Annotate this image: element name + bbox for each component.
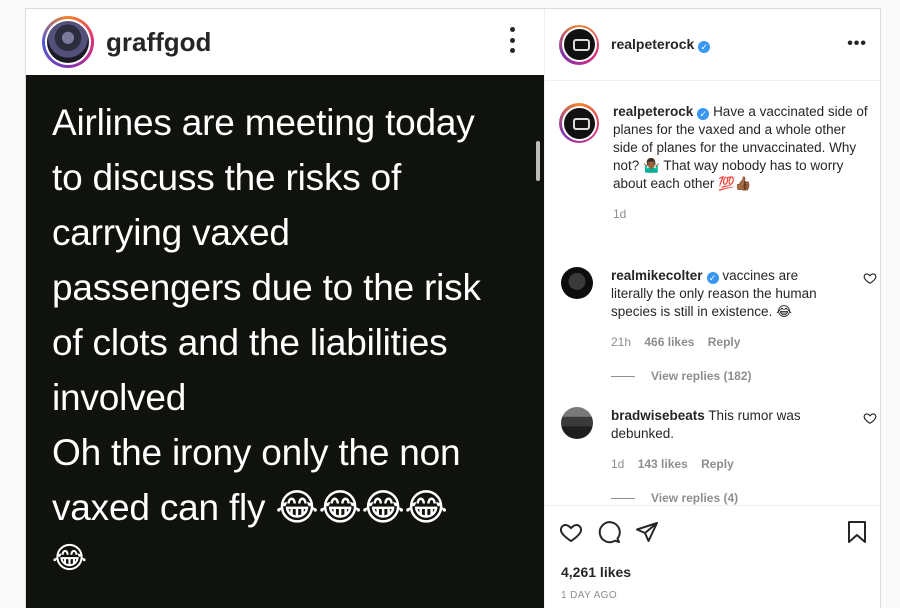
post-image: Airlines are meeting today to discuss th…	[26, 75, 544, 608]
post-author-avatar[interactable]	[42, 16, 94, 68]
divider-line	[611, 375, 635, 377]
post-image-text: Airlines are meeting today to discuss th…	[52, 102, 481, 528]
comment-likes[interactable]: 466 likes	[644, 335, 694, 349]
bookmark-icon[interactable]	[845, 520, 869, 544]
view-replies-label[interactable]: View replies (4)	[651, 491, 738, 505]
caption-author-avatar[interactable]	[559, 103, 599, 143]
divider-line	[611, 497, 635, 499]
post-caption: realpeterock ✓ Have a vaccinated side of …	[559, 103, 879, 223]
post-time-ago[interactable]: 1 DAY AGO	[561, 590, 617, 601]
view-replies-button[interactable]: View replies (4)	[611, 491, 738, 505]
comment-username[interactable]: realmikecolter	[611, 268, 703, 283]
instagram-post-window: graffgod Airlines are meeting today to d…	[25, 8, 881, 608]
comment-icon[interactable]	[597, 520, 621, 544]
post-actions: 4,261 likes 1 DAY AGO	[545, 505, 880, 608]
caption-username[interactable]: realpeterock	[613, 104, 693, 119]
post-author-username[interactable]: graffgod	[106, 27, 211, 58]
comment-item: bradwisebeats This rumor was debunked. 1…	[561, 407, 877, 473]
comment-age[interactable]: 1d	[611, 457, 624, 471]
caption-age[interactable]: 1d	[613, 205, 871, 223]
commenter-avatar[interactable]	[561, 407, 593, 439]
avatar-image	[563, 107, 595, 139]
comment-meta: 1d 143 likes Reply	[611, 455, 841, 473]
panel-author-avatar[interactable]	[559, 24, 599, 65]
panel-author-username-text[interactable]: realpeterock	[611, 36, 694, 52]
avatar-image	[47, 21, 89, 63]
comment-username[interactable]: bradwisebeats	[611, 408, 705, 423]
panel-header: realpeterock ✓ •••	[545, 9, 880, 81]
action-row	[559, 520, 659, 544]
comment-age[interactable]: 21h	[611, 335, 631, 349]
caption-body: realpeterock ✓ Have a vaccinated side of …	[613, 103, 871, 223]
avatar-border	[45, 19, 91, 65]
avatar-border	[561, 105, 597, 141]
more-horizontal-icon[interactable]: •••	[847, 35, 867, 53]
share-icon[interactable]	[635, 520, 659, 544]
post-likes-count[interactable]: 4,261 likes	[561, 564, 631, 580]
comment-reply-button[interactable]: Reply	[701, 457, 734, 471]
view-replies-button[interactable]: View replies (182)	[611, 369, 752, 383]
comment-meta: 21h 466 likes Reply	[611, 333, 841, 351]
panel-author-username[interactable]: realpeterock ✓	[611, 36, 711, 53]
post-panel: graffgod Airlines are meeting today to d…	[26, 9, 544, 608]
more-vertical-icon[interactable]	[508, 27, 516, 53]
comment-item: realmikecolter ✓ vaccines are literally t…	[561, 267, 877, 351]
comments-panel: realpeterock ✓ ••• realpeterock ✓ Have a v…	[544, 9, 880, 608]
heart-icon[interactable]	[863, 271, 877, 285]
comment-likes[interactable]: 143 likes	[638, 457, 688, 471]
comment-body: bradwisebeats This rumor was debunked. 1…	[611, 407, 841, 473]
avatar-border	[561, 27, 597, 62]
view-replies-label[interactable]: View replies (182)	[651, 369, 752, 383]
commenter-avatar[interactable]	[561, 267, 593, 299]
verified-badge-icon: ✓	[706, 272, 719, 284]
post-image-trailing-emoji: 😂	[52, 542, 88, 575]
heart-icon[interactable]	[863, 411, 877, 425]
scrollbar[interactable]	[536, 141, 540, 181]
heart-icon[interactable]	[559, 520, 583, 544]
verified-badge-icon: ✓	[697, 108, 710, 120]
verified-badge-icon: ✓	[698, 41, 711, 53]
avatar-image	[563, 29, 595, 60]
comment-reply-button[interactable]: Reply	[708, 335, 741, 349]
comment-body: realmikecolter ✓ vaccines are literally t…	[611, 267, 841, 351]
post-header: graffgod	[26, 9, 544, 75]
